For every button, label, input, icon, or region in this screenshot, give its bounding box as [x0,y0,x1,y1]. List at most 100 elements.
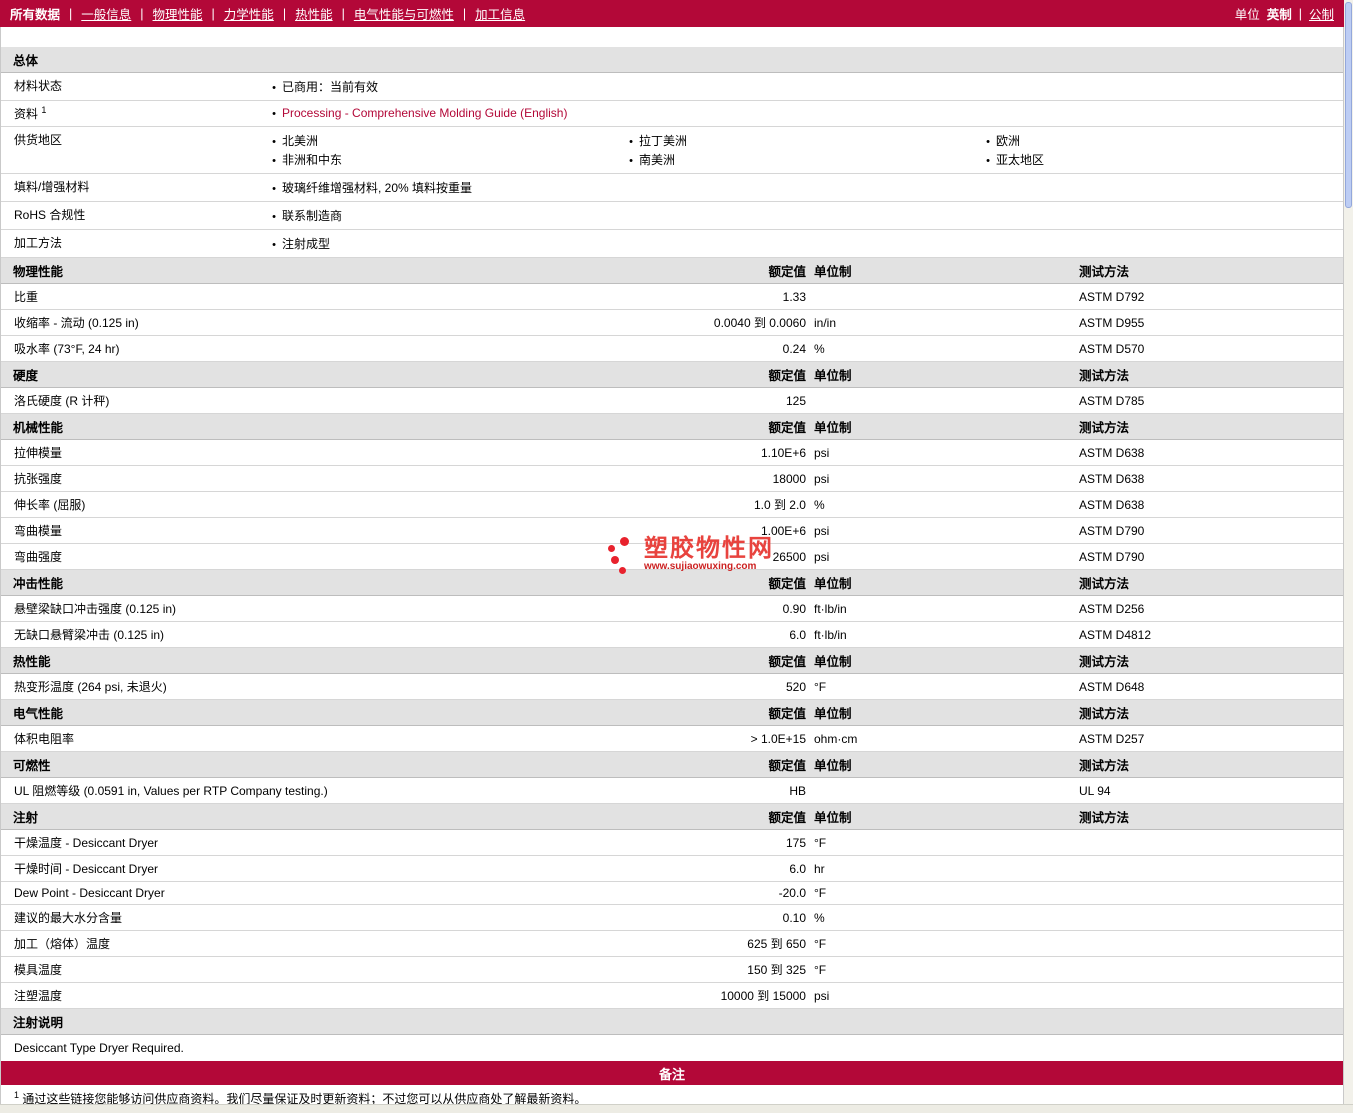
general-value-column: • Processing - Comprehensive Molding Guid… [266,105,1343,122]
nav-tab-1[interactable]: 所有数据 [10,4,60,23]
column-header-value: 额定值 [768,707,806,721]
property-name: 加工（熔体）温度 [14,937,111,951]
column-header-unit: 单位制 [814,811,852,825]
property-value: 175 [785,835,806,850]
property-name: 拉伸模量 [14,446,63,460]
property-name: 弯曲模量 [14,524,63,538]
bullet-item: • 联系制造商 [266,206,1343,225]
property-value: 1.10E+6 [760,445,806,460]
bullet-icon: • [629,136,633,148]
column-header-unit: 单位制 [814,759,852,773]
bullet-item: • Processing - Comprehensive Molding Guid… [266,105,1343,121]
property-unit: °F [814,835,827,850]
bullet-item-text: 已商用：当前有效 [282,80,379,94]
nav-separator: | [1298,6,1302,21]
bullet-item: • 北美洲 [266,131,623,150]
property-row: 弯曲模量 1.00E+6 psi ASTM D790 [1,518,1343,544]
section-title: 冲击性能 [13,577,64,591]
nav-tabs: 所有数据 | 一般信息 | 物理性能 | 力学性能 | 热性能 | 电气性能与可燃性 | 加工信息 [10,4,525,23]
property-unit: psi [814,445,830,460]
unit-imperial[interactable]: 英制 [1267,4,1292,23]
property-value: 1.0 到 2.0 [753,498,806,512]
section-header: 机械性能 额定值 单位制 测试方法 [1,414,1343,440]
property-unit: hr [814,861,825,876]
test-method: ASTM D257 [1079,731,1145,746]
nav-separator: | [282,6,287,21]
units-label: 单位 [1234,8,1260,22]
column-header-method: 测试方法 [1079,577,1130,591]
property-unit: ohm·cm [814,731,858,746]
property-value: 1.33 [782,289,806,304]
property-name: 收缩率 - 流动 (0.125 in) [14,316,139,330]
injection-notes-header: 注射说明 [1,1009,1343,1035]
general-row-value: • Processing - Comprehensive Molding Guid… [266,105,1343,122]
test-method: ASTM D790 [1079,549,1145,564]
general-row-value: • 已商用：当前有效 [266,77,1343,96]
nav-tab-6[interactable]: 电气性能与可燃性 [354,4,454,23]
section-header: 冲击性能 额定值 单位制 测试方法 [1,570,1343,596]
section-title: 注射 [13,811,39,825]
section-title: 热性能 [13,655,51,669]
property-name: 建议的最大水分含量 [14,911,123,925]
general-row-value: • 玻璃纤维增强材料, 20% 填料按重量 [266,178,1343,197]
bottom-scrollbar-strip [0,1104,1353,1113]
bullet-item: • 欧洲 [980,131,1343,150]
general-row-value: • 北美洲 • 非洲和中东 • 拉丁美洲 • 南美洲 • 欧洲 • 亚太地区 [266,131,1343,169]
bullet-icon: • [272,108,276,120]
column-header-unit: 单位制 [814,655,852,669]
property-row: 加工（熔体）温度 625 到 650 °F [1,931,1343,957]
property-value: 6.0 [789,861,806,876]
bullet-icon: • [986,155,990,167]
property-value: 26500 [772,549,806,564]
general-row-value: • 联系制造商 [266,206,1343,225]
test-method: ASTM D570 [1079,341,1145,356]
nav-tab-4[interactable]: 力学性能 [224,4,274,23]
test-method: ASTM D790 [1079,523,1145,538]
footnote-ref: 1 [41,105,47,115]
bullet-icon: • [629,155,633,167]
nav-tab-2[interactable]: 一般信息 [81,4,131,23]
nav-separator: | [211,6,215,21]
property-unit: ft·lb/in [814,601,847,616]
property-row: 无缺口悬臂梁冲击 (0.125 in) 6.0 ft·lb/in ASTM D4812 [1,622,1343,648]
nav-tab-7[interactable]: 加工信息 [475,4,525,23]
column-header-value: 额定值 [768,369,806,383]
section-title: 可燃性 [13,759,51,773]
property-name: 抗张强度 [14,472,63,486]
vertical-scrollbar-thumb[interactable] [1345,2,1352,208]
property-value: -20.0 [778,886,806,900]
general-value-column: • 注射成型 [266,234,1343,253]
general-row: 填料/增强材料 • 玻璃纤维增强材料, 20% 填料按重量 [1,174,1343,202]
property-row: UL 阻燃等级 (0.0591 in, Values per RTP Compa… [1,778,1343,804]
property-value: 0.10 [782,910,806,925]
property-unit: ft·lb/in [814,627,847,642]
property-row: 洛氏硬度 (R 计秤) 125 ASTM D785 [1,388,1343,414]
nav-tab-3[interactable]: 物理性能 [153,4,203,23]
bullet-item-text: 北美洲 [282,134,319,148]
unit-metric-link[interactable]: 公制 [1309,4,1334,23]
nav-separator: | [462,6,467,21]
property-name: UL 阻燃等级 (0.0591 in, Values per RTP Compa… [14,784,328,798]
property-name: 热变形温度 (264 psi, 未退火) [14,680,167,694]
general-row: 供货地区 • 北美洲 • 非洲和中东 • 拉丁美洲 • 南美洲 • 欧洲 • 亚太地区 [1,127,1343,174]
section-title: 硬度 [13,369,39,383]
test-method: UL 94 [1079,783,1111,798]
property-name: 洛氏硬度 (R 计秤) [14,394,110,408]
property-value: 18000 [772,471,806,486]
general-row: RoHS 合规性 • 联系制造商 [1,202,1343,230]
nav-separator: | [69,6,73,21]
document-link[interactable]: Processing - Comprehensive Molding Guide… [282,106,567,120]
bullet-item-text: 拉丁美洲 [639,134,688,148]
bullet-item: • 亚太地区 [980,150,1343,169]
column-header-value: 额定值 [768,655,806,669]
column-header-method: 测试方法 [1079,707,1130,721]
section-header: 物理性能 额定值 单位制 测试方法 [1,258,1343,284]
property-unit: in/in [814,315,837,330]
top-spacer [1,27,1343,47]
property-value: 10000 到 15000 [720,989,806,1003]
nav-tab-5[interactable]: 热性能 [295,4,333,23]
property-row: 干燥温度 - Desiccant Dryer 175 °F [1,830,1343,856]
bullet-item: • 拉丁美洲 [623,131,980,150]
column-header-method: 测试方法 [1079,421,1130,435]
property-row: 体积电阻率 > 1.0E+15 ohm·cm ASTM D257 [1,726,1343,752]
